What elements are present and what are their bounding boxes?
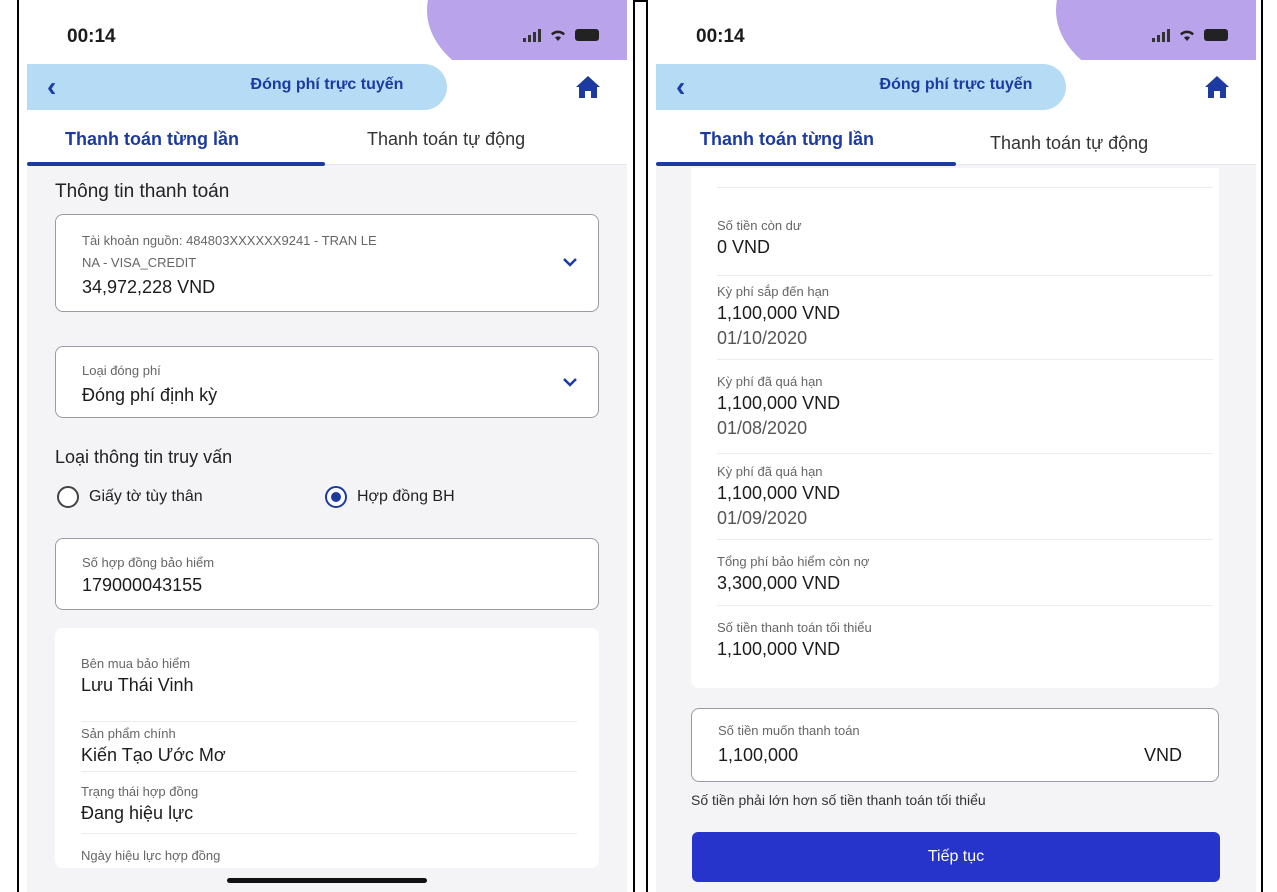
status-bar: 00:14 <box>656 0 1256 90</box>
upcoming-value: 1,100,000 VND <box>717 303 841 323</box>
query-type-title: Loại thông tin truy vấn <box>55 447 233 467</box>
home-indicator <box>227 878 427 883</box>
remaining-label: Số tiền còn dư <box>717 218 802 233</box>
right-phone-screen: 00:14 ‹ Đóng phí trực tuyến Thanh toán t… <box>656 0 1256 892</box>
product-value: Kiến Tạo Ước Mơ <box>81 745 226 765</box>
effective-date-label: Ngày hiệu lực hợp đồng <box>81 848 221 863</box>
status-bar: 00:14 <box>27 0 627 90</box>
radio-contract-label: Hợp đồng BH <box>357 488 455 505</box>
detail-row-buyer: Bên mua bảo hiểm Lưu Thái Vinh <box>81 656 577 722</box>
detail-row-overdue-1: Kỳ phí đã quá hạn 1,100,000 VND 01/08/20… <box>717 374 1213 454</box>
buyer-label: Bên mua bảo hiểm <box>81 656 191 671</box>
tab-bar: Thanh toán từng lần Thanh toán tự động <box>27 115 627 166</box>
chevron-down-icon <box>563 378 577 387</box>
battery-icon <box>1204 29 1228 41</box>
overdue-2-value: 1,100,000 VND <box>717 483 841 503</box>
detail-row-effective-date: Ngày hiệu lực hợp đồng <box>81 848 577 868</box>
detail-row-overdue-2: Kỳ phí đã quá hạn 1,100,000 VND 01/09/20… <box>717 464 1213 540</box>
upcoming-date: 01/10/2020 <box>717 328 808 348</box>
home-icon[interactable] <box>1204 74 1230 100</box>
remaining-value: 0 VND <box>717 237 771 257</box>
signal-icon <box>523 28 541 42</box>
detail-row-product: Sản phẩm chính Kiến Tạo Ước Mơ <box>81 726 577 772</box>
tab-one-time-payment[interactable]: Thanh toán từng lần <box>65 129 239 150</box>
source-account-balance: 34,972,228 VND <box>82 277 216 297</box>
minimum-value: 1,100,000 VND <box>717 639 841 659</box>
signal-icon <box>1152 28 1170 42</box>
detail-row-remaining: Số tiền còn dư 0 VND <box>717 218 1213 276</box>
tab-auto-payment[interactable]: Thanh toán tự động <box>990 133 1148 154</box>
fee-type-select[interactable]: Loại đóng phí Đóng phí định kỳ <box>55 346 599 418</box>
amount-hint: Số tiền phải lớn hơn số tiền thanh toán … <box>691 792 986 808</box>
payment-amount-input[interactable]: Số tiền muốn thanh toán 1,100,000 VND <box>691 708 1219 782</box>
wifi-icon <box>551 30 565 41</box>
right-screenshot-frame: 00:14 ‹ Đóng phí trực tuyến Thanh toán t… <box>646 0 1263 892</box>
contract-number-label: Số hợp đồng bảo hiểm <box>82 555 215 570</box>
page-title: Đóng phí trực tuyến <box>250 76 404 93</box>
wifi-icon <box>1180 30 1194 41</box>
debt-label: Tổng phí bảo hiểm còn nợ <box>717 554 870 569</box>
overdue-2-label: Kỳ phí đã quá hạn <box>717 464 823 479</box>
continue-button[interactable]: Tiếp tục <box>692 832 1220 882</box>
page-title: Đóng phí trực tuyến <box>879 76 1033 93</box>
tab-active-indicator <box>656 162 956 166</box>
chevron-down-icon <box>563 258 577 267</box>
overdue-1-label: Kỳ phí đã quá hạn <box>717 374 823 389</box>
upcoming-label: Kỳ phí sắp đến hạn <box>717 284 830 299</box>
tab-bar: Thanh toán từng lần Thanh toán tự động <box>656 115 1256 166</box>
amount-currency: VND <box>1143 745 1182 765</box>
overdue-1-value: 1,100,000 VND <box>717 393 841 413</box>
fee-type-value: Đóng phí định kỳ <box>82 385 218 405</box>
debt-value: 3,300,000 VND <box>717 573 841 593</box>
amount-label: Số tiền muốn thanh toán <box>718 723 860 738</box>
radio-id-document-label: Giấy tờ tùy thân <box>89 488 203 505</box>
radio-contract[interactable] <box>325 486 347 508</box>
tab-auto-payment[interactable]: Thanh toán tự động <box>367 129 525 150</box>
fee-type-label: Loại đóng phí <box>82 363 161 378</box>
tab-one-time-payment[interactable]: Thanh toán từng lần <box>700 129 874 150</box>
detail-row-clipped <box>717 168 1213 188</box>
system-icons <box>1152 28 1228 42</box>
left-screenshot-frame: 00:14 ‹ Đóng phí trực tuyến Thanh toán t… <box>17 0 635 892</box>
amount-value: 1,100,000 <box>718 745 799 765</box>
status-time: 00:14 <box>67 26 116 47</box>
minimum-label: Số tiền thanh toán tối thiểu <box>717 620 872 635</box>
product-label: Sản phẩm chính <box>81 726 176 741</box>
detail-row-debt: Tổng phí bảo hiểm còn nợ 3,300,000 VND <box>717 554 1213 606</box>
home-icon[interactable] <box>575 74 601 100</box>
source-account-select[interactable]: Tài khoản nguồn: 484803XXXXXX9241 - TRAN… <box>55 214 599 312</box>
source-account-label-line1: Tài khoản nguồn: 484803XXXXXX9241 - TRAN… <box>82 233 377 248</box>
overdue-2-date: 01/09/2020 <box>717 508 808 528</box>
system-icons <box>523 28 599 42</box>
battery-icon <box>575 29 599 41</box>
source-account-label-line2: NA - VISA_CREDIT <box>82 255 197 270</box>
payment-details-card: Số tiền còn dư 0 VND Kỳ phí sắp đến hạn … <box>691 168 1219 688</box>
contract-number-value: 179000043155 <box>82 575 203 595</box>
section-title-payment-info: Thông tin thanh toán <box>55 181 230 202</box>
contract-number-input[interactable]: Số hợp đồng bảo hiểm 179000043155 <box>55 538 599 610</box>
left-phone-screen: 00:14 ‹ Đóng phí trực tuyến Thanh toán t… <box>27 0 627 892</box>
buyer-value: Lưu Thái Vinh <box>81 675 194 695</box>
detail-row-upcoming: Kỳ phí sắp đến hạn 1,100,000 VND 01/10/2… <box>717 284 1213 360</box>
overdue-1-date: 01/08/2020 <box>717 418 808 438</box>
detail-row-status: Trạng thái hợp đồng Đang hiệu lực <box>81 784 577 834</box>
status-value: Đang hiệu lực <box>81 803 194 823</box>
detail-row-minimum: Số tiền thanh toán tối thiểu 1,100,000 V… <box>717 620 1213 670</box>
status-label: Trạng thái hợp đồng <box>81 784 199 799</box>
radio-id-document[interactable] <box>57 486 79 508</box>
contract-details-card: Bên mua bảo hiểm Lưu Thái Vinh Sản phẩm … <box>55 628 599 868</box>
status-time: 00:14 <box>696 26 745 47</box>
tab-active-indicator <box>27 162 325 166</box>
